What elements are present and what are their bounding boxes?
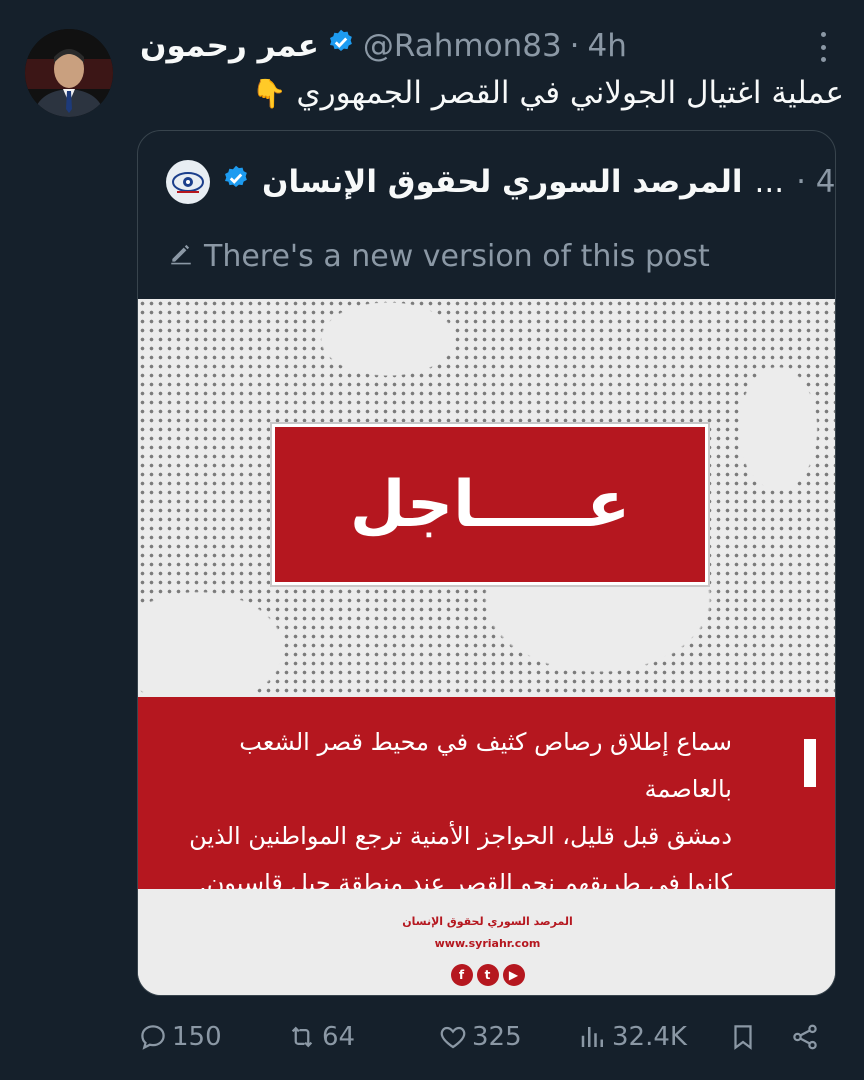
more-options-icon[interactable] bbox=[818, 32, 828, 62]
pointing-down-emoji: 👇 bbox=[251, 77, 287, 110]
views-chart-icon bbox=[581, 1027, 603, 1047]
views-button[interactable]: 32.4K bbox=[578, 1022, 687, 1052]
quoted-timestamp-group: · 4h bbox=[796, 164, 835, 200]
author-display-name[interactable]: عمر رحمون bbox=[140, 28, 319, 64]
heart-icon bbox=[440, 1026, 466, 1049]
news-body: سماع إطلاق رصاص كثيف في محيط قصر الشعب ب… bbox=[188, 719, 732, 907]
bookmark-button[interactable] bbox=[728, 1022, 758, 1052]
tweet-action-bar: 150 64 325 32.4K bbox=[138, 1014, 844, 1060]
tweet-text: عملية اغتيال الجولاني في القصر الجمهوري … bbox=[210, 68, 844, 118]
quoted-separator: · bbox=[796, 164, 806, 200]
quoted-name-ellipsis: ... bbox=[754, 164, 785, 200]
share-button[interactable] bbox=[790, 1022, 820, 1052]
bookmark-icon bbox=[734, 1025, 752, 1050]
quoted-timestamp[interactable]: 4h bbox=[816, 164, 835, 200]
share-icon bbox=[793, 1024, 817, 1050]
social-icons: f t ▶ bbox=[138, 964, 835, 986]
quoted-header: المرصد السوري لحقوق الإنسان ... · 4h bbox=[166, 157, 835, 207]
quoted-author-logo-icon[interactable] bbox=[166, 160, 210, 204]
news-line: سماع إطلاق رصاص كثيف في محيط قصر الشعب ب… bbox=[239, 728, 732, 803]
header-separator: · bbox=[569, 28, 580, 64]
author-handle[interactable]: @Rahmon83 bbox=[363, 28, 562, 64]
reply-button[interactable]: 150 bbox=[138, 1022, 222, 1052]
footer-website: www.syriahr.com bbox=[434, 937, 541, 950]
breaking-news-banner: عـــــاجل bbox=[272, 424, 708, 585]
news-accent-bar bbox=[804, 739, 816, 787]
tweet-body: عملية اغتيال الجولاني في القصر الجمهوري bbox=[296, 75, 844, 111]
quoted-author-name[interactable]: المرصد السوري لحقوق الإنسان bbox=[262, 164, 743, 200]
quoted-tweet-card[interactable]: المرصد السوري لحقوق الإنسان ... · 4h The… bbox=[137, 130, 836, 996]
tweet-header: عمر رحمون @Rahmon83 · 4h bbox=[140, 26, 794, 66]
youtube-icon: ▶ bbox=[502, 964, 525, 986]
repost-button[interactable]: 64 bbox=[286, 1022, 355, 1052]
edited-post-notice[interactable]: There's a new version of this post bbox=[168, 231, 710, 281]
reply-count: 150 bbox=[172, 1022, 222, 1052]
like-count: 325 bbox=[472, 1022, 522, 1052]
repost-count: 64 bbox=[322, 1022, 356, 1052]
author-avatar[interactable] bbox=[25, 29, 113, 117]
like-button[interactable]: 325 bbox=[438, 1022, 522, 1052]
news-text-band: سماع إطلاق رصاص كثيف في محيط قصر الشعب ب… bbox=[138, 697, 835, 897]
media-footer: المرصد السوري لحقوق الإنسان www.syriahr.… bbox=[138, 889, 835, 995]
footer-org-name: المرصد السوري لحقوق الإنسان bbox=[402, 915, 573, 928]
quoted-media-image[interactable]: عـــــاجل سماع إطلاق رصاص كثيف في محيط ق… bbox=[138, 299, 835, 995]
edited-notice-text: There's a new version of this post bbox=[204, 238, 710, 274]
reply-icon bbox=[141, 1025, 165, 1050]
pencil-icon bbox=[168, 239, 194, 274]
breaking-news-headline: عـــــاجل bbox=[349, 467, 631, 542]
verified-badge-icon bbox=[327, 28, 355, 64]
news-line: دمشق قبل قليل، الحواجز الأمنية ترجع المو… bbox=[189, 822, 732, 850]
repost-icon bbox=[291, 1026, 313, 1048]
quoted-verified-badge-icon bbox=[222, 164, 250, 200]
tweet-timestamp[interactable]: 4h bbox=[588, 28, 627, 64]
views-count: 32.4K bbox=[612, 1022, 687, 1052]
facebook-icon: f bbox=[450, 964, 473, 986]
twitter-icon: t bbox=[476, 964, 499, 986]
